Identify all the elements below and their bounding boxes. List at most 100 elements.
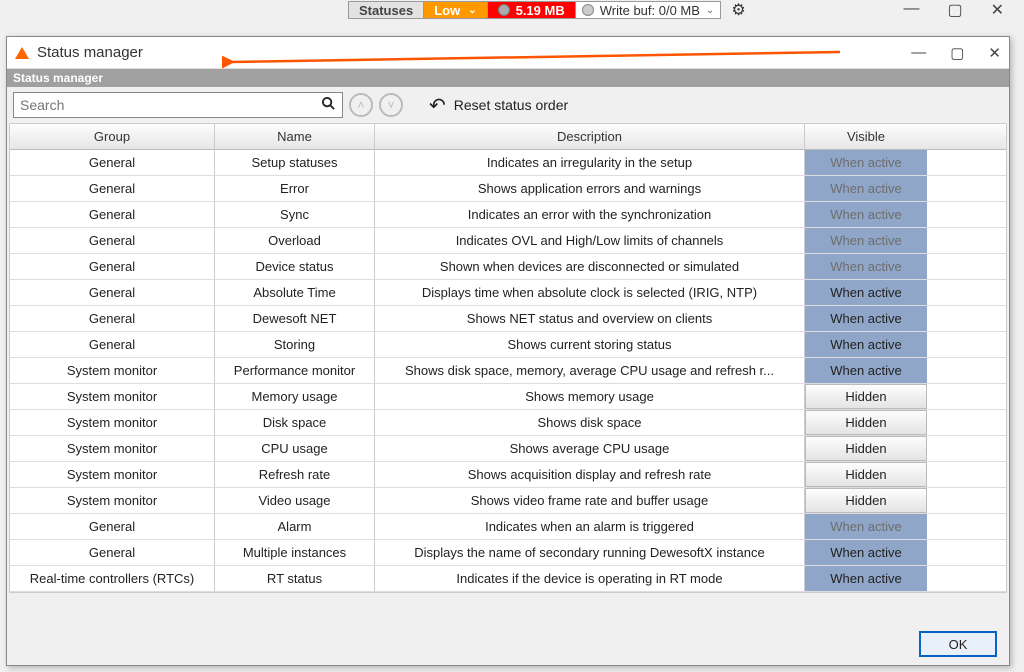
table-body: GeneralSetup statusesIndicates an irregu… (10, 150, 1006, 592)
table-header: Group Name Description Visible (10, 124, 1006, 150)
cell-name: Video usage (215, 488, 375, 513)
cell-visible[interactable]: When active (805, 566, 927, 591)
status-table: Group Name Description Visible GeneralSe… (9, 123, 1007, 593)
dialog-titlebar: Status manager — ▢ ✕ (7, 37, 1009, 69)
cell-visible[interactable]: When active (805, 176, 927, 201)
cell-description: Shows acquisition display and refresh ra… (375, 462, 805, 487)
ok-button[interactable]: OK (919, 631, 997, 657)
table-row[interactable]: GeneralOverloadIndicates OVL and High/Lo… (10, 228, 1006, 254)
cell-visible[interactable]: Hidden (805, 488, 927, 513)
search-box[interactable] (13, 92, 343, 118)
app-logo-icon (15, 47, 29, 59)
cell-name: RT status (215, 566, 375, 591)
size-indicator[interactable]: 5.19 MB (488, 1, 576, 19)
cell-name: CPU usage (215, 436, 375, 461)
cell-description: Indicates if the device is operating in … (375, 566, 805, 591)
maximize-button[interactable]: ▢ (950, 44, 964, 62)
status-manager-dialog: Status manager — ▢ ✕ Status manager ˄ ˅ … (6, 36, 1010, 666)
col-visible[interactable]: Visible (805, 124, 927, 149)
reset-label: Reset status order (454, 97, 568, 113)
table-row[interactable]: GeneralAlarmIndicates when an alarm is t… (10, 514, 1006, 540)
undo-icon: ↶ (429, 93, 446, 118)
move-up-button[interactable]: ˄ (349, 93, 373, 117)
minimize-button[interactable]: — (903, 0, 919, 20)
cell-visible[interactable]: When active (805, 280, 927, 305)
cell-visible[interactable]: Hidden (805, 410, 927, 435)
cell-visible[interactable]: Hidden (805, 384, 927, 409)
cell-visible[interactable]: Hidden (805, 436, 927, 461)
table-row[interactable]: System monitorMemory usageShows memory u… (10, 384, 1006, 410)
close-button[interactable]: ✕ (991, 0, 1004, 20)
cell-visible[interactable]: When active (805, 358, 927, 383)
table-row[interactable]: System monitorPerformance monitorShows d… (10, 358, 1006, 384)
cell-description: Indicates an irregularity in the setup (375, 150, 805, 175)
search-icon[interactable] (321, 96, 336, 115)
col-name[interactable]: Name (215, 124, 375, 149)
cell-name: Setup statuses (215, 150, 375, 175)
cell-group: System monitor (10, 358, 215, 383)
table-row[interactable]: GeneralDewesoft NETShows NET status and … (10, 306, 1006, 332)
cell-visible[interactable]: When active (805, 332, 927, 357)
table-row[interactable]: GeneralStoringShows current storing stat… (10, 332, 1006, 358)
table-row[interactable]: GeneralSyncIndicates an error with the s… (10, 202, 1006, 228)
table-row[interactable]: GeneralMultiple instancesDisplays the na… (10, 540, 1006, 566)
cell-description: Indicates an error with the synchronizat… (375, 202, 805, 227)
cell-group: System monitor (10, 410, 215, 435)
dialog-footer: OK (7, 623, 1009, 665)
cell-visible[interactable]: When active (805, 150, 927, 175)
cell-group: General (10, 254, 215, 279)
cell-visible[interactable]: When active (805, 202, 927, 227)
cell-visible[interactable]: Hidden (805, 462, 927, 487)
cell-name: Multiple instances (215, 540, 375, 565)
cell-visible[interactable]: When active (805, 540, 927, 565)
cell-visible[interactable]: When active (805, 514, 927, 539)
cell-description: Shows average CPU usage (375, 436, 805, 461)
cell-visible[interactable]: When active (805, 228, 927, 253)
table-row[interactable]: System monitorDisk spaceShows disk space… (10, 410, 1006, 436)
col-group[interactable]: Group (10, 124, 215, 149)
writebuf-value: Write buf: 0/0 MB (600, 3, 700, 18)
cell-name: Overload (215, 228, 375, 253)
table-row[interactable]: System monitorVideo usageShows video fra… (10, 488, 1006, 514)
table-row[interactable]: System monitorRefresh rateShows acquisit… (10, 462, 1006, 488)
cell-group: System monitor (10, 384, 215, 409)
minimize-button[interactable]: — (911, 44, 926, 62)
cell-group: General (10, 280, 215, 305)
cell-description: Shows application errors and warnings (375, 176, 805, 201)
writebuf-dropdown[interactable]: Write buf: 0/0 MB ⌄ (576, 1, 722, 19)
cell-name: Alarm (215, 514, 375, 539)
maximize-button[interactable]: ▢ (947, 0, 962, 20)
cell-group: System monitor (10, 436, 215, 461)
statuses-label: Statuses (348, 1, 424, 19)
move-down-button[interactable]: ˅ (379, 93, 403, 117)
cell-visible[interactable]: When active (805, 306, 927, 331)
cell-description: Shows disk space, memory, average CPU us… (375, 358, 805, 383)
level-value: Low (434, 3, 460, 18)
table-row[interactable]: GeneralSetup statusesIndicates an irregu… (10, 150, 1006, 176)
table-row[interactable]: GeneralAbsolute TimeDisplays time when a… (10, 280, 1006, 306)
cell-name: Device status (215, 254, 375, 279)
cell-description: Indicates when an alarm is triggered (375, 514, 805, 539)
table-row[interactable]: Real-time controllers (RTCs)RT statusInd… (10, 566, 1006, 592)
search-input[interactable] (20, 97, 321, 113)
cell-visible[interactable]: When active (805, 254, 927, 279)
col-description[interactable]: Description (375, 124, 805, 149)
close-button[interactable]: ✕ (988, 44, 1001, 62)
cell-group: General (10, 150, 215, 175)
cell-group: Real-time controllers (RTCs) (10, 566, 215, 591)
table-row[interactable]: System monitorCPU usageShows average CPU… (10, 436, 1006, 462)
cell-name: Refresh rate (215, 462, 375, 487)
table-row[interactable]: GeneralErrorShows application errors and… (10, 176, 1006, 202)
level-dropdown[interactable]: Low ⌄ (424, 1, 487, 19)
cell-name: Disk space (215, 410, 375, 435)
cell-name: Storing (215, 332, 375, 357)
chevron-down-icon: ⌄ (706, 5, 714, 16)
cell-description: Displays time when absolute clock is sel… (375, 280, 805, 305)
table-row[interactable]: GeneralDevice statusShown when devices a… (10, 254, 1006, 280)
size-value: 5.19 MB (516, 3, 565, 18)
cell-group: General (10, 228, 215, 253)
gear-icon[interactable]: ⚙ (731, 0, 745, 20)
cell-description: Indicates OVL and High/Low limits of cha… (375, 228, 805, 253)
cell-group: System monitor (10, 488, 215, 513)
reset-order-button[interactable]: ↶ Reset status order (429, 93, 568, 118)
